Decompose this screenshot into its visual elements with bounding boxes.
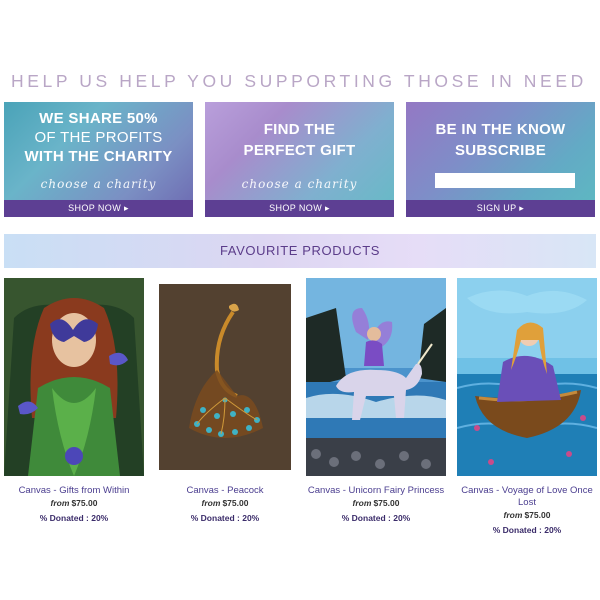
product-name[interactable]: Canvas - Unicorn Fairy Princess: [306, 485, 446, 497]
product-donated: % Donated : 20%: [39, 513, 109, 523]
price-from-label: from: [503, 510, 523, 520]
promo-title-line: WITH THE CHARITY: [24, 148, 173, 165]
promo-title: WE SHARE 50% OF THE PROFITS WITH THE CHA…: [4, 109, 193, 166]
promo-title-line: SUBSCRIBE: [454, 142, 547, 159]
product-price: from $75.00: [306, 497, 446, 510]
promo-subscribe: BE IN THE KNOW SUBSCRIBE SIGN UP ▸: [406, 102, 595, 217]
product-name[interactable]: Canvas - Voyage of Love Once Lost: [457, 485, 597, 509]
promo-script-text: choose a charity: [40, 177, 157, 191]
price-value: $75.00: [524, 510, 551, 520]
promo-title-line: BE IN THE KNOW: [435, 121, 566, 138]
promo-title-line: WE SHARE 50%: [39, 110, 158, 127]
price-from-label: from: [352, 498, 372, 508]
promo-title-line: PERFECT GIFT: [243, 142, 356, 159]
favourite-products-heading: FAVOURITE PRODUCTS: [4, 234, 596, 268]
product-card[interactable]: Canvas - Unicorn Fairy Princess from $75.…: [306, 278, 446, 526]
product-card[interactable]: Canvas - Voyage of Love Once Lost from $7…: [457, 278, 597, 538]
subscribe-email-input[interactable]: [435, 173, 575, 188]
product-price: from $75.00: [457, 509, 597, 522]
shop-now-button[interactable]: SHOP NOW ▸: [205, 200, 394, 217]
product-card[interactable]: Canvas - Peacock from $75.00 % Donated : …: [155, 278, 295, 526]
price-from-label: from: [201, 498, 221, 508]
price-from-label: from: [50, 498, 70, 508]
girl-in-boat-painting-icon[interactable]: [457, 278, 597, 476]
promo-share-profits[interactable]: WE SHARE 50% OF THE PROFITS WITH THE CHA…: [4, 102, 193, 217]
product-name[interactable]: Canvas - Peacock: [155, 485, 295, 497]
shop-now-button[interactable]: SHOP NOW ▸: [4, 200, 193, 217]
promo-title-line: FIND THE: [263, 121, 336, 138]
product-card[interactable]: Canvas - Gifts from Within from $75.00 % …: [4, 278, 144, 526]
promo-title: FIND THE PERFECT GIFT: [205, 119, 394, 161]
product-name[interactable]: Canvas - Gifts from Within: [4, 485, 144, 497]
product-donated: % Donated : 20%: [341, 513, 411, 523]
butterfly-masked-woman-painting-icon[interactable]: [4, 278, 144, 476]
product-donated: % Donated : 20%: [190, 513, 260, 523]
unicorn-fairy-painting-icon[interactable]: [306, 278, 446, 476]
promo-perfect-gift[interactable]: FIND THE PERFECT GIFT choose a charity S…: [205, 102, 394, 217]
price-value: $75.00: [373, 498, 400, 508]
product-donated: % Donated : 20%: [492, 525, 562, 535]
price-value: $75.00: [222, 498, 249, 508]
promo-title: BE IN THE KNOW SUBSCRIBE: [406, 119, 595, 161]
product-price: from $75.00: [155, 497, 295, 510]
promo-script-text: choose a charity: [241, 177, 358, 191]
promo-title-line: OF THE PROFITS: [34, 129, 163, 146]
price-value: $75.00: [71, 498, 98, 508]
peacock-painting-icon[interactable]: [155, 278, 295, 476]
page-headline: HELP US HELP YOU SUPPORTING THOSE IN NEE…: [11, 71, 587, 91]
sign-up-button[interactable]: SIGN UP ▸: [406, 200, 595, 217]
product-price: from $75.00: [4, 497, 144, 510]
